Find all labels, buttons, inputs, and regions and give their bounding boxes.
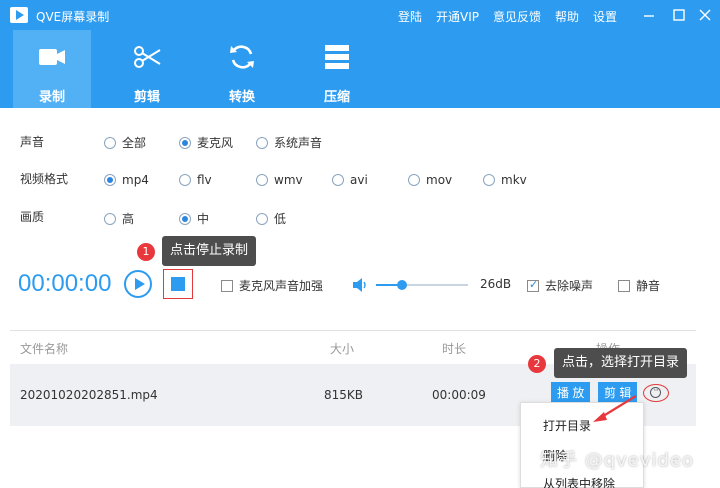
tab-edit[interactable]: 剪辑	[108, 30, 186, 108]
tab-convert-label: 转换	[228, 90, 255, 105]
watermark: 知乎 @qvevideo	[540, 450, 695, 471]
radio-icon	[179, 174, 191, 186]
tab-compress-label: 压缩	[323, 90, 350, 105]
radio-icon	[104, 174, 116, 186]
callout-stop-recording: 点击停止录制	[162, 236, 257, 266]
volume-db: 26dB	[480, 277, 512, 291]
column-header-size: 大小	[330, 342, 355, 356]
stop-button[interactable]	[171, 277, 185, 291]
format-option-mkv[interactable]: mkv	[483, 173, 527, 187]
title-bar: QVE屏幕录制 登陆 开通VIP 意见反馈 帮助 设置	[0, 0, 720, 30]
minimize-icon[interactable]	[638, 4, 660, 26]
file-size: 815KB	[324, 388, 364, 402]
main-toolbar: 录制 剪辑 转换 压缩	[0, 30, 720, 108]
radio-icon	[179, 212, 191, 225]
quality-option-low[interactable]: 低	[256, 210, 286, 227]
quality-option-high[interactable]: 高	[104, 210, 134, 227]
login-link[interactable]: 登陆	[398, 8, 422, 25]
audio-label: 声音	[20, 135, 45, 149]
tab-edit-label: 剪辑	[133, 90, 160, 105]
menu-item-open-directory[interactable]: 打开目录	[543, 417, 591, 434]
tab-compress[interactable]: 压缩	[298, 30, 376, 108]
format-option-wmv[interactable]: wmv	[256, 173, 303, 187]
file-name: 20201020202851.mp4	[20, 388, 158, 402]
vip-link[interactable]: 开通VIP	[436, 8, 479, 25]
app-title: QVE屏幕录制	[36, 10, 110, 24]
tab-record-label: 录制	[38, 90, 65, 105]
radio-icon	[256, 174, 268, 186]
mute-checkbox[interactable]: 静音	[618, 277, 660, 294]
more-icon: ···	[650, 387, 661, 398]
feedback-link[interactable]: 意见反馈	[493, 8, 541, 25]
recording-timer: 00:00:00	[18, 270, 112, 297]
tab-convert[interactable]: 转换	[203, 30, 281, 108]
menu-item-remove-from-list[interactable]: 从列表中移除	[543, 475, 615, 488]
audio-option-system[interactable]: 系统声音	[256, 134, 322, 151]
volume-slider-knob[interactable]	[396, 280, 407, 290]
maximize-icon[interactable]	[668, 4, 690, 26]
play-button[interactable]	[124, 270, 152, 298]
format-option-flv[interactable]: flv	[179, 173, 212, 187]
quality-label: 画质	[20, 210, 45, 224]
radio-icon	[179, 136, 191, 149]
column-header-duration: 时长	[442, 342, 467, 356]
format-label: 视频格式	[20, 172, 69, 186]
volume-slider[interactable]	[376, 280, 468, 290]
app-logo-icon	[10, 7, 28, 23]
more-options-button[interactable]: ···	[643, 384, 669, 402]
help-link[interactable]: 帮助	[555, 8, 579, 25]
checkbox-icon	[618, 279, 630, 292]
tab-record[interactable]: 录制	[13, 30, 91, 108]
format-option-mov[interactable]: mov	[408, 173, 452, 187]
settings-link[interactable]: 设置	[593, 8, 617, 25]
title-links: 登陆 开通VIP 意见反馈 帮助 设置	[398, 8, 617, 25]
audio-option-all[interactable]: 全部	[104, 134, 146, 151]
refresh-icon	[230, 45, 254, 69]
format-option-avi[interactable]: avi	[332, 173, 368, 187]
audio-option-mic[interactable]: 麦克风	[179, 134, 233, 151]
radio-icon	[256, 136, 268, 149]
scissors-icon	[134, 46, 161, 68]
format-option-mp4[interactable]: mp4	[104, 173, 149, 187]
red-arrow-icon	[593, 395, 637, 422]
compress-icon	[325, 45, 349, 69]
column-header-name: 文件名称	[20, 342, 69, 356]
callout-open-directory: 点击，选择打开目录	[554, 348, 688, 378]
close-icon[interactable]	[694, 4, 716, 26]
callout-badge-1: 1	[137, 243, 155, 261]
checkbox-icon	[221, 279, 233, 292]
speaker-icon[interactable]	[352, 277, 368, 293]
quality-option-medium[interactable]: 中	[179, 210, 209, 227]
radio-icon	[408, 174, 420, 186]
radio-icon	[483, 174, 495, 186]
stop-highlight	[163, 269, 193, 299]
radio-icon	[104, 136, 116, 149]
play-file-button[interactable]: 播 放	[551, 382, 591, 404]
radio-icon	[256, 212, 268, 225]
callout-badge-2: 2	[528, 355, 546, 373]
file-duration: 00:00:09	[432, 388, 486, 402]
noise-reduction-checkbox[interactable]: 去除噪声	[527, 277, 593, 294]
video-camera-icon	[39, 49, 65, 65]
checkbox-icon	[527, 278, 539, 292]
radio-icon	[332, 174, 344, 186]
radio-icon	[104, 212, 116, 225]
mic-boost-checkbox[interactable]: 麦克风声音加强	[221, 277, 323, 294]
